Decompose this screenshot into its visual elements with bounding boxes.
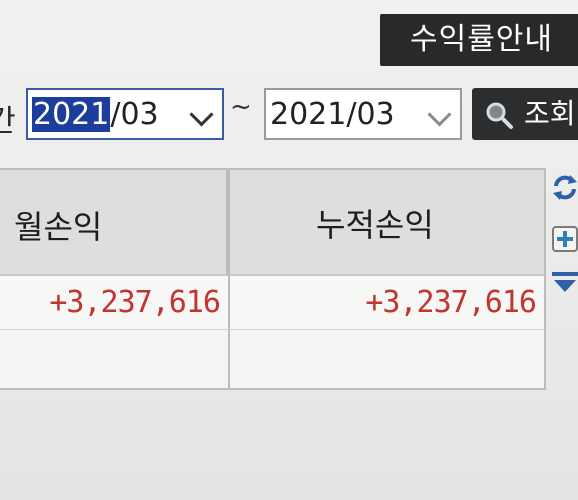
start-month-rest: /03 bbox=[110, 97, 159, 132]
end-month-value[interactable]: 2021/03 bbox=[270, 90, 395, 140]
end-month-combobox[interactable]: 2021/03 bbox=[264, 88, 462, 140]
table-empty-cell bbox=[0, 330, 228, 390]
search-button[interactable]: 조회 bbox=[472, 88, 578, 140]
triangle-down-icon[interactable] bbox=[550, 268, 578, 298]
chevron-down-icon[interactable] bbox=[427, 102, 452, 127]
search-button-label: 조회 bbox=[524, 97, 576, 130]
refresh-icon[interactable] bbox=[550, 172, 578, 202]
return-info-button[interactable]: 수익률안내 bbox=[380, 14, 578, 66]
column-header-monthly-pnl[interactable]: 월손익 bbox=[0, 170, 228, 276]
table-cell-monthly-pnl: +3,237,616 bbox=[0, 276, 228, 330]
chevron-down-icon[interactable] bbox=[189, 102, 214, 127]
column-header-cumulative-pnl[interactable]: 누적손익 bbox=[228, 170, 546, 276]
add-icon[interactable] bbox=[550, 224, 578, 254]
profit-window: 수익률안내 간 2021/03 ~ 2021/03 조회 월손익 누적손익 +3… bbox=[0, 0, 578, 500]
column-header-label: 월손익 bbox=[14, 208, 103, 246]
period-filter-row: 간 2021/03 ~ 2021/03 조회 bbox=[0, 86, 578, 142]
magnifier-icon bbox=[486, 102, 513, 129]
selected-year-text: 2021 bbox=[32, 97, 111, 132]
table-empty-cell bbox=[228, 330, 546, 390]
pnl-table: 월손익 누적손익 +3,237,616 +3,237,616 bbox=[0, 168, 546, 390]
column-header-label: 누적손익 bbox=[316, 206, 434, 244]
range-separator: ~ bbox=[230, 92, 252, 122]
period-label: 간 bbox=[0, 104, 16, 139]
start-month-combobox[interactable]: 2021/03 bbox=[26, 88, 224, 140]
table-cell-cumulative-pnl: +3,237,616 bbox=[228, 276, 546, 330]
start-month-value[interactable]: 2021/03 bbox=[32, 90, 159, 140]
